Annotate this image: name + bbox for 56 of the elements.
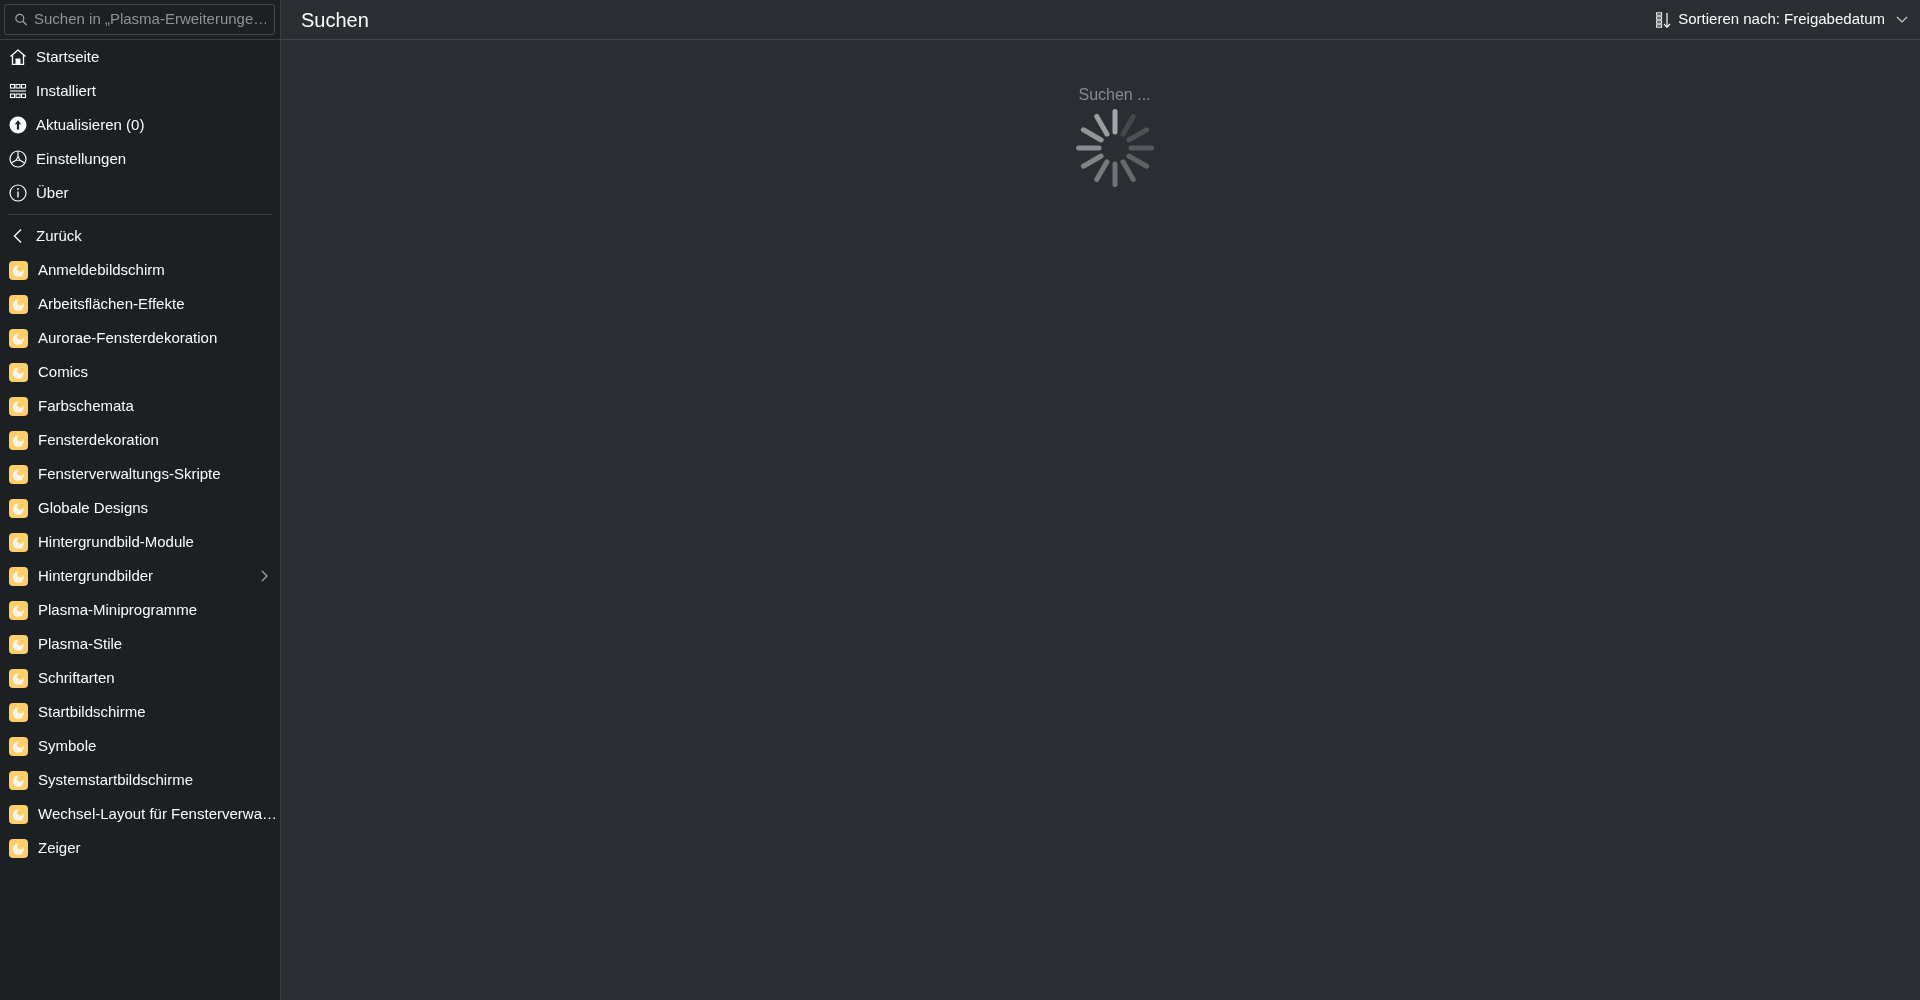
chevron-down-icon (1896, 16, 1908, 23)
sidebar-item[interactable]: Installiert (0, 74, 280, 108)
category-item[interactable]: Schriftarten (0, 661, 280, 695)
sidebar-item[interactable]: Über (0, 176, 280, 210)
chevron-right-icon (261, 570, 268, 582)
crescent-tile-icon (9, 804, 28, 824)
crescent-tile-icon (9, 464, 28, 484)
status-text: Suchen ... (1078, 85, 1151, 105)
info-icon (9, 184, 27, 202)
crescent-tile-icon (9, 362, 28, 382)
crescent-tile-icon (9, 600, 28, 620)
crescent-tile-icon (9, 532, 28, 552)
category-item[interactable]: Systemstartbildschirme (0, 763, 280, 797)
category-item[interactable]: Symbole (0, 729, 280, 763)
search-field[interactable]: Suchen in „Plasma-Erweiterunge… (4, 4, 275, 35)
grid-icon (9, 82, 27, 100)
sort-icon (1656, 11, 1672, 28)
crescent-tile-icon (9, 702, 28, 722)
crescent-tile-icon (9, 736, 28, 756)
back-link[interactable]: Zurück (0, 219, 280, 253)
category-item[interactable]: Hintergrundbild-Module (0, 525, 280, 559)
crescent-tile-icon (9, 294, 28, 314)
crescent-tile-icon (9, 328, 28, 348)
category-item[interactable]: Wechsel-Layout für Fensterverwa… (0, 797, 280, 831)
crescent-tile-icon (9, 770, 28, 790)
category-item[interactable]: Farbschemata (0, 389, 280, 423)
crescent-tile-icon (9, 260, 28, 280)
crescent-tile-icon (9, 396, 28, 416)
sidebar-item[interactable]: Aktualisieren (0) (0, 108, 280, 142)
crescent-tile-icon (9, 634, 28, 654)
category-item[interactable]: Zeiger (0, 831, 280, 865)
crescent-tile-icon (9, 838, 28, 858)
arrow-up-circle-icon (9, 116, 27, 134)
category-item[interactable]: Arbeitsflächen-Effekte (0, 287, 280, 321)
category-item[interactable]: Globale Designs (0, 491, 280, 525)
category-item[interactable]: Fensterverwaltungs-Skripte (0, 457, 280, 491)
crescent-tile-icon (9, 498, 28, 518)
category-item[interactable]: Anmeldebildschirm (0, 253, 280, 287)
page-title: Suchen (301, 7, 369, 32)
sidebar-item[interactable]: Einstellungen (0, 142, 280, 176)
category-item[interactable]: Hintergrundbilder (0, 559, 280, 593)
sidebar-item[interactable]: Startseite (0, 40, 280, 74)
settings-icon (9, 150, 27, 168)
category-item[interactable]: Startbildschirme (0, 695, 280, 729)
search-icon (15, 13, 27, 26)
crescent-tile-icon (9, 668, 28, 688)
category-item[interactable]: Aurorae-Fensterdekoration (0, 321, 280, 355)
spinner-icon (1074, 108, 1155, 188)
sort-button[interactable]: Sortieren nach: Freigabedatum (1654, 4, 1910, 35)
category-item[interactable]: Plasma-Stile (0, 627, 280, 661)
category-item[interactable]: Fensterdekoration (0, 423, 280, 457)
category-item[interactable]: Comics (0, 355, 280, 389)
crescent-tile-icon (9, 566, 28, 586)
home-icon (9, 48, 27, 66)
crescent-tile-icon (9, 430, 28, 450)
category-item[interactable]: Plasma-Miniprogramme (0, 593, 280, 627)
